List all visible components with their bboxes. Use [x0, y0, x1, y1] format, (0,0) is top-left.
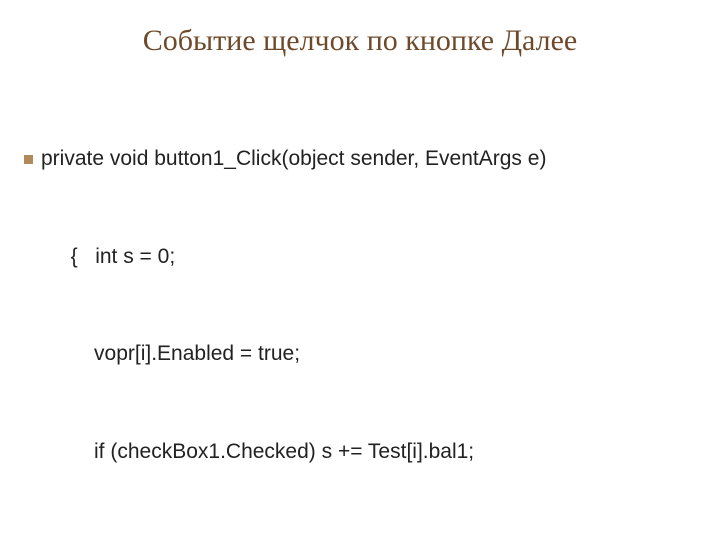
- code-line: private void button1_Click(object sender…: [24, 143, 696, 176]
- code-text: { int s = 0;: [24, 245, 175, 268]
- code-line: if (checkBox1.Checked) s += Test[i].bal1…: [24, 436, 696, 469]
- code-line: { int s = 0;: [24, 241, 696, 274]
- code-text: if (checkBox1.Checked) s += Test[i].bal1…: [24, 440, 474, 463]
- code-text: vopr[i].Enabled = true;: [24, 342, 300, 365]
- bullet-icon: [24, 155, 33, 164]
- slide: Событие щелчок по кнопке Далее private v…: [0, 0, 720, 540]
- code-line: vopr[i].Enabled = true;: [24, 338, 696, 371]
- code-block: private void button1_Click(object sender…: [24, 78, 696, 540]
- slide-title: Событие щелчок по кнопке Далее: [24, 24, 696, 58]
- code-line: if (checkBox2.Checked) s += Test[i].bal2…: [24, 534, 696, 540]
- code-text: private void button1_Click(object sender…: [41, 147, 546, 170]
